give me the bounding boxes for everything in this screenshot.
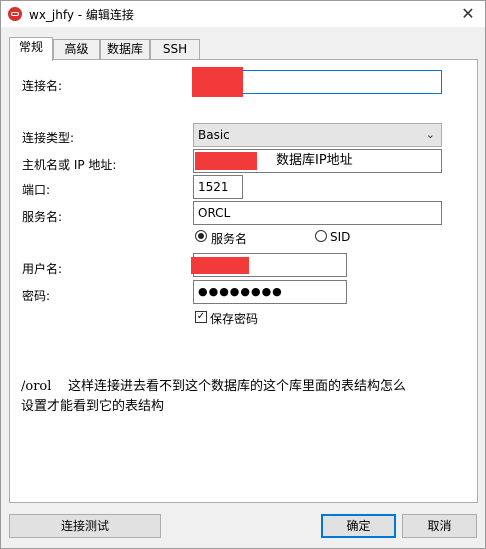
tab-general[interactable]: 常规 bbox=[9, 37, 53, 61]
cancel-button[interactable]: 取消 bbox=[402, 514, 477, 538]
radio-sid-label: SID bbox=[330, 230, 351, 244]
password-label: 密码: bbox=[22, 289, 51, 303]
connection-type-value: Basic bbox=[198, 128, 230, 142]
port-input[interactable]: 1521 bbox=[193, 175, 243, 199]
password-value: ●●●●●●●● bbox=[198, 285, 283, 298]
port-value: 1521 bbox=[198, 180, 229, 194]
tab-advanced[interactable]: 高级 bbox=[53, 39, 100, 60]
host-annotation: 数据库IP地址 bbox=[276, 153, 353, 168]
redaction-mark bbox=[191, 257, 249, 274]
service-label: 服务名: bbox=[22, 210, 63, 224]
redaction-mark bbox=[192, 67, 243, 97]
connection-type-label: 连接类型: bbox=[22, 131, 75, 145]
radio-service-name[interactable] bbox=[195, 230, 207, 242]
service-input[interactable]: ORCL bbox=[193, 201, 442, 225]
title-bar: wx_jhfy - 编辑连接 ✕ bbox=[1, 1, 485, 27]
service-value: ORCL bbox=[198, 206, 231, 220]
chevron-down-icon: ⌄ bbox=[425, 128, 435, 141]
port-label: 端口: bbox=[22, 183, 51, 197]
password-input[interactable]: ●●●●●●●● bbox=[193, 280, 347, 304]
ok-button[interactable]: 确定 bbox=[321, 514, 396, 538]
tab-database[interactable]: 数据库 bbox=[100, 39, 150, 60]
redaction-mark bbox=[195, 152, 257, 170]
radio-service-name-label: 服务名 bbox=[211, 232, 248, 246]
note-lead: /orol bbox=[21, 379, 52, 394]
host-label: 主机名或 IP 地址: bbox=[22, 158, 117, 172]
connection-name-label: 连接名: bbox=[22, 79, 63, 93]
save-password-checkbox[interactable]: ✓ bbox=[195, 311, 207, 323]
save-password-label: 保存密码 bbox=[210, 312, 259, 326]
test-connection-button[interactable]: 连接测试 bbox=[9, 514, 161, 538]
note-line2: 设置才能看到它的表结构 bbox=[21, 399, 165, 414]
tab-ssh[interactable]: SSH bbox=[150, 39, 200, 60]
edit-connection-dialog: wx_jhfy - 编辑连接 ✕ 常规 高级 数据库 SSH 连接名: 连接类型… bbox=[0, 0, 486, 549]
question-note: /orol 这样连接进去看不到这个数据库的这个库里面的表结构怎么 设置才能看到它… bbox=[21, 377, 476, 417]
note-line1: 这样连接进去看不到这个数据库的这个库里面的表结构怎么 bbox=[67, 379, 406, 394]
radio-sid[interactable] bbox=[315, 230, 327, 242]
username-label: 用户名: bbox=[22, 262, 63, 276]
oracle-app-icon bbox=[8, 7, 22, 21]
window-title: wx_jhfy - 编辑连接 bbox=[29, 8, 134, 22]
close-icon[interactable]: ✕ bbox=[459, 4, 477, 23]
connection-type-select[interactable]: Basic ⌄ bbox=[193, 123, 442, 147]
general-panel: 连接名: 连接类型: Basic ⌄ 主机名或 IP 地址: 数据库IP地址 端… bbox=[9, 59, 478, 503]
